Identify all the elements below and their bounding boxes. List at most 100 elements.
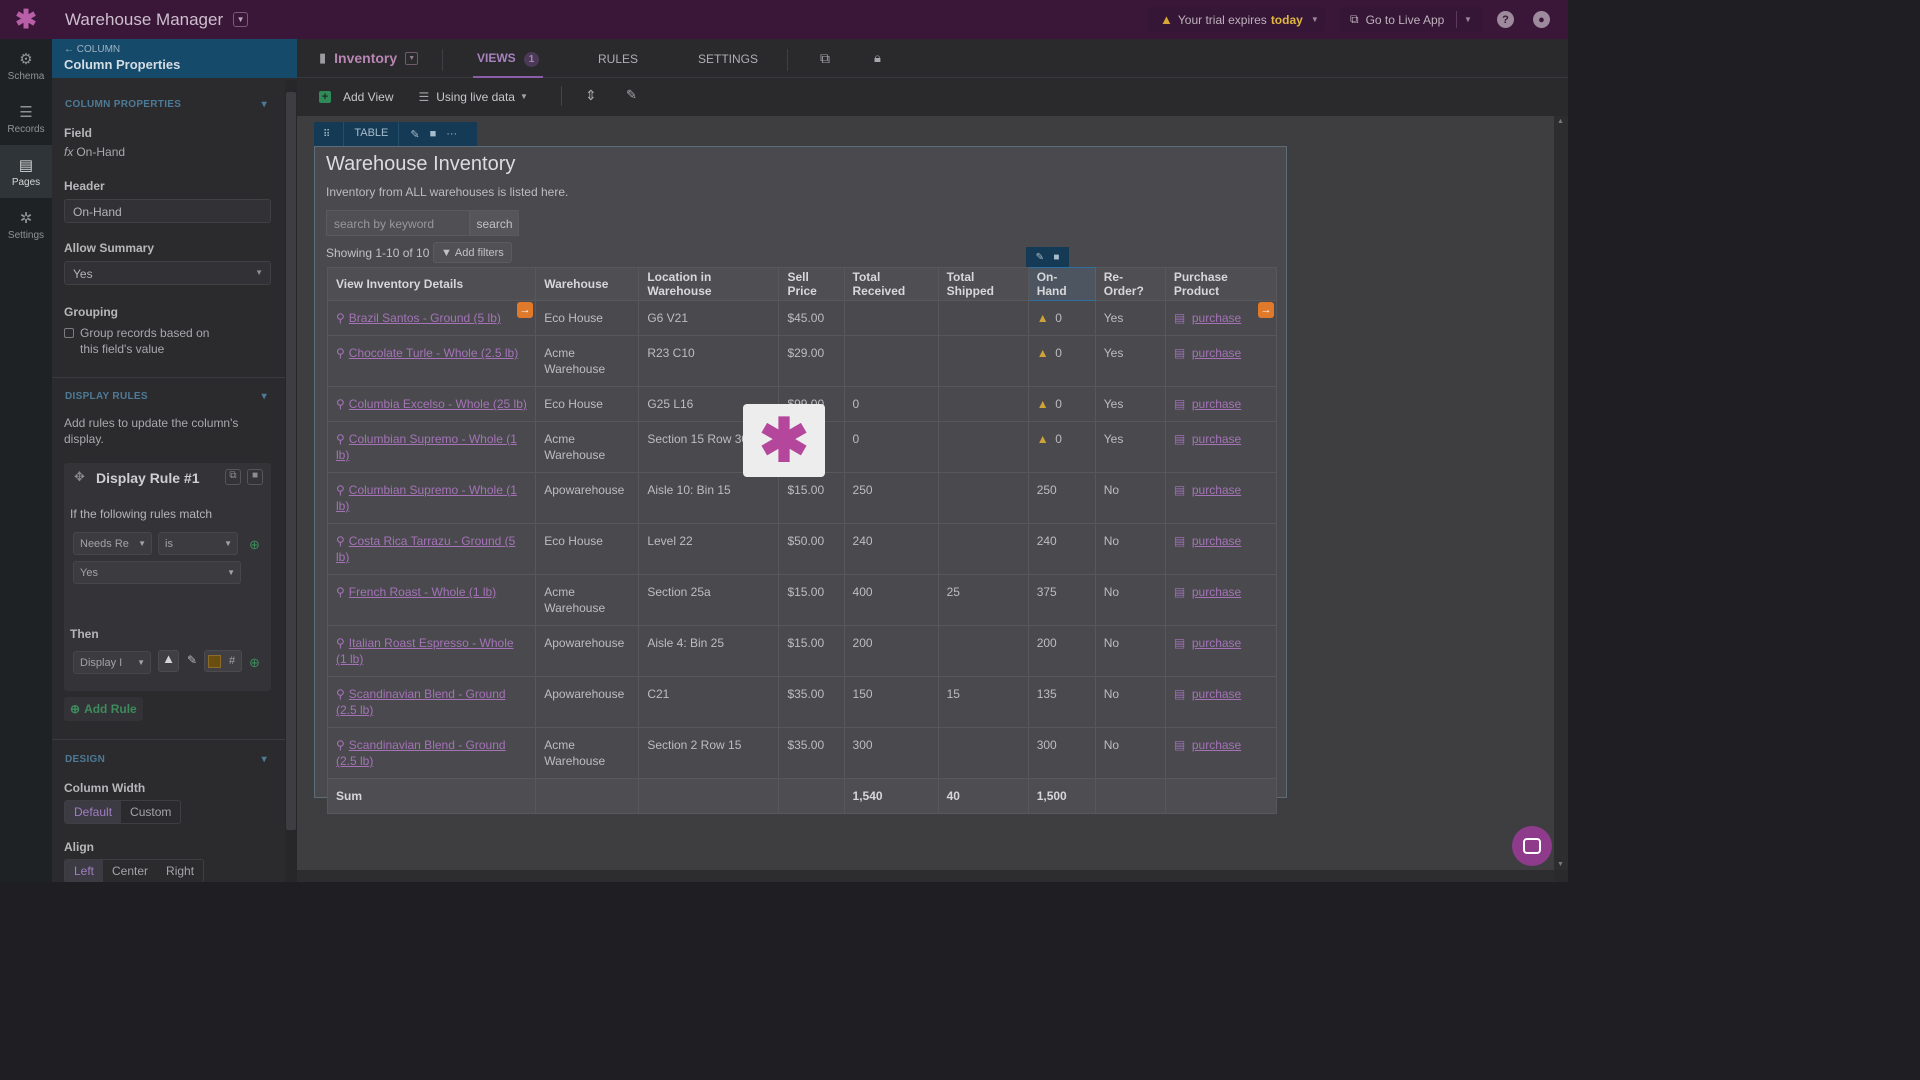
grouping-checkbox[interactable] (64, 328, 74, 338)
drag-handle-icon[interactable]: ⠿ (323, 129, 330, 140)
allow-summary-select[interactable]: Yes ▼ (64, 261, 271, 285)
product-link[interactable]: Brazil Santos - Ground (5 lb) (349, 311, 501, 325)
tab-views[interactable]: VIEWS 1 (473, 39, 544, 78)
purchase-link[interactable]: purchase (1192, 687, 1241, 701)
search-button[interactable]: search (470, 210, 519, 236)
add-condition-icon[interactable]: ⊕ (249, 537, 260, 553)
align-left-option[interactable]: Left (65, 860, 104, 882)
chevron-down-icon[interactable]: ▼ (405, 51, 419, 65)
chevron-down-icon[interactable]: ▼ (1464, 15, 1472, 24)
row-height-icon[interactable]: ⇕ (585, 87, 597, 104)
rail-item-schema[interactable]: ⚙ Schema (0, 39, 52, 92)
drag-handle-icon[interactable]: ✥ (74, 469, 85, 485)
trash-icon[interactable]: ■ (247, 469, 263, 485)
pencil-icon[interactable]: ✎ (410, 128, 419, 141)
purchase-link[interactable]: purchase (1192, 311, 1241, 325)
help-icon[interactable]: ? (1497, 11, 1514, 28)
trash-icon[interactable]: ■ (1053, 252, 1059, 263)
column-header[interactable]: Total Received (843, 267, 939, 301)
product-link[interactable]: Columbian Supremo - Whole (1 lb) (336, 483, 517, 513)
product-link[interactable]: Scandinavian Blend - Ground (2.5 lb) (336, 738, 506, 768)
width-default-option[interactable]: Default (65, 801, 122, 823)
main-horizontal-scrollbar[interactable] (297, 870, 1554, 882)
header-input[interactable]: On-Hand (64, 199, 271, 223)
trash-icon[interactable]: ■ (430, 128, 437, 140)
condition-field-select[interactable]: Needs Re ▼ (73, 532, 152, 555)
section-display-rules[interactable]: DISPLAY RULES ▾ (52, 391, 285, 402)
purchase-link[interactable]: purchase (1192, 636, 1241, 650)
external-link-icon[interactable]: ⧉ (820, 50, 830, 67)
product-link[interactable]: Chocolate Turle - Whole (2.5 lb) (349, 346, 518, 360)
magnify-icon[interactable]: ⚲ (336, 534, 345, 548)
live-data-select[interactable]: Using live data (436, 90, 515, 104)
panel-scrollbar[interactable] (285, 80, 297, 882)
add-filters-button[interactable]: ▼ Add filters (433, 242, 512, 263)
scrollbar-thumb[interactable] (286, 92, 296, 830)
align-right-option[interactable]: Right (157, 860, 203, 882)
product-link[interactable]: Scandinavian Blend - Ground (2.5 lb) (336, 687, 506, 717)
product-link[interactable]: Italian Roast Espresso - Whole (1 lb) (336, 636, 514, 666)
chat-launcher-button[interactable] (1512, 826, 1552, 866)
purchase-link[interactable]: purchase (1192, 738, 1241, 752)
scroll-down-icon[interactable]: ▼ (1557, 861, 1564, 868)
magnify-icon[interactable]: ⚲ (336, 738, 345, 752)
tab-rules[interactable]: RULES (598, 52, 638, 66)
more-icon[interactable]: ··· (446, 128, 457, 140)
column-header[interactable]: View Inventory Details (326, 267, 537, 301)
purchase-link[interactable]: purchase (1192, 483, 1241, 497)
condition-operator-select[interactable]: is ▼ (158, 532, 238, 555)
plus-icon[interactable]: + (319, 90, 331, 103)
condition-value-select[interactable]: Yes ▼ (73, 561, 241, 584)
main-vertical-scrollbar[interactable]: ▲ ▼ (1554, 116, 1568, 870)
width-custom-option[interactable]: Custom (121, 801, 180, 823)
column-header[interactable]: Total Shipped (937, 267, 1029, 301)
product-link[interactable]: Costa Rica Tarrazu - Ground (5 lb) (336, 534, 515, 564)
arrow-right-icon[interactable]: → (517, 302, 533, 318)
magnify-icon[interactable]: ⚲ (336, 585, 345, 599)
column-header-selected[interactable]: On-Hand (1027, 267, 1096, 301)
scroll-up-icon[interactable]: ▲ (1557, 118, 1564, 125)
page-name[interactable]: Inventory (334, 50, 397, 66)
column-header[interactable]: Sell Price (778, 267, 845, 301)
tab-settings[interactable]: SETTINGS (698, 52, 758, 66)
pencil-icon[interactable]: ✎ (1036, 252, 1044, 263)
rail-item-pages[interactable]: ▤ Pages (0, 145, 52, 198)
column-header[interactable]: Purchase Product (1164, 267, 1278, 301)
then-action-select[interactable]: Display I ▼ (73, 651, 151, 674)
product-link[interactable]: Columbian Supremo - Whole (1 lb) (336, 432, 517, 462)
purchase-link[interactable]: purchase (1192, 585, 1241, 599)
purchase-link[interactable]: purchase (1192, 432, 1241, 446)
lock-icon[interactable]: 🔒︎ (874, 50, 881, 66)
add-rule-button[interactable]: ⊕ Add Rule (64, 697, 143, 721)
magnify-icon[interactable]: ⚲ (336, 483, 345, 497)
brand-logo-icon[interactable]: ✱ (0, 0, 52, 39)
trial-banner[interactable]: ▲ Your trial expires today ▼ (1148, 7, 1325, 32)
warning-icon[interactable]: ▲ (158, 650, 179, 672)
design-off-icon[interactable]: ✎ (626, 87, 637, 103)
magnify-icon[interactable]: ⚲ (336, 432, 345, 446)
section-design[interactable]: DESIGN ▾ (52, 754, 285, 765)
section-column-properties[interactable]: COLUMN PROPERTIES ▾ (52, 99, 285, 110)
magnify-icon[interactable]: ⚲ (336, 311, 345, 325)
add-action-icon[interactable]: ⊕ (249, 655, 260, 671)
magnify-icon[interactable]: ⚲ (336, 346, 345, 360)
product-link[interactable]: Columbia Excelso - Whole (25 lb) (349, 397, 527, 411)
rail-item-records[interactable]: ☰ Records (0, 92, 52, 145)
purchase-link[interactable]: purchase (1192, 397, 1241, 411)
caret-down-icon[interactable]: ▼ (520, 92, 528, 101)
magnify-icon[interactable]: ⚲ (336, 636, 345, 650)
app-switcher-button[interactable]: ▼ (233, 12, 249, 27)
arrow-right-icon[interactable]: → (1258, 302, 1274, 318)
product-link[interactable]: French Roast - Whole (1 lb) (349, 585, 496, 599)
column-header[interactable]: Warehouse (535, 267, 640, 301)
rail-item-settings[interactable]: ✲ Settings (0, 198, 52, 251)
add-view-button[interactable]: Add View (343, 90, 393, 104)
account-icon[interactable]: ● (1533, 11, 1550, 28)
column-header[interactable]: Location in Warehouse (638, 267, 780, 301)
purchase-link[interactable]: purchase (1192, 534, 1241, 548)
column-header[interactable]: Re-Order? (1094, 267, 1166, 301)
align-center-option[interactable]: Center (103, 860, 157, 882)
magnify-icon[interactable]: ⚲ (336, 687, 345, 701)
search-input[interactable]: search by keyword (326, 210, 470, 236)
copy-icon[interactable]: ⧉ (225, 469, 241, 485)
